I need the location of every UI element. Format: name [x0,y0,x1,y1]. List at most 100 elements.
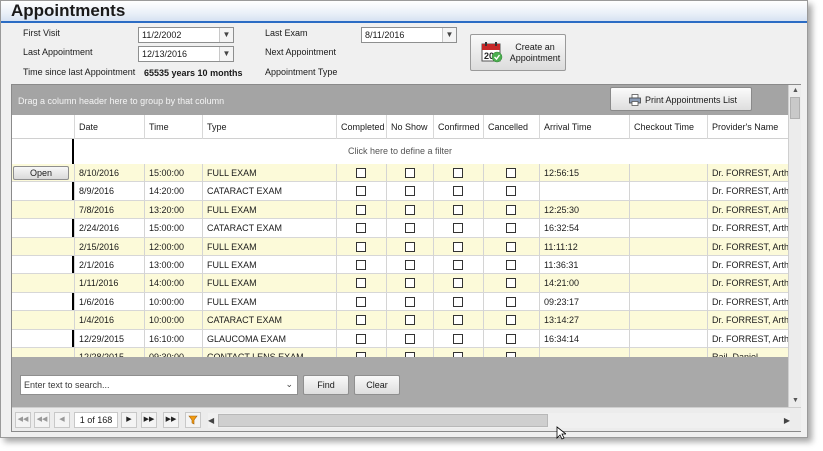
column-header-arrival-time[interactable]: Arrival Time [539,115,629,139]
clear-button[interactable]: Clear [354,375,400,395]
previous-page-group-icon[interactable]: ◀◀ [34,412,50,428]
last-appointment-combo[interactable]: 12/13/2016 ▼ [138,46,234,62]
cancelled-checkbox[interactable] [506,315,516,326]
table-row[interactable]: 12/29/2015 16:10:00 GLAUCOMA EXAM 16:34:14 D… [12,329,788,348]
no-show-checkbox[interactable] [405,241,415,252]
cell-confirmed [433,274,483,293]
cell-completed [336,311,386,330]
cancelled-checkbox[interactable] [506,168,516,178]
completed-checkbox[interactable] [356,278,366,289]
group-by-panel[interactable]: Drag a column header here to group by th… [12,85,788,115]
table-row[interactable]: 2/15/2016 12:00:00 FULL EXAM 11:11:12 Dr. FO… [12,237,788,256]
horizontal-scrollbar[interactable]: ◀ ▶ [208,413,790,428]
cell-arrival-time: 16:34:14 [539,329,629,348]
scroll-left-icon[interactable]: ◀ [208,413,214,428]
column-header-no-show[interactable]: No Show [386,115,433,139]
last-page-icon[interactable]: ▶▶ [163,412,179,428]
no-show-checkbox[interactable] [405,186,415,197]
table-row[interactable]: 1/4/2016 10:00:00 CATARACT EXAM 13:14:27 Dr.… [12,311,788,330]
column-header-time[interactable]: Time [144,115,202,139]
open-appointment-button[interactable]: Open [13,166,69,180]
completed-checkbox[interactable] [356,186,366,197]
confirmed-checkbox[interactable] [453,241,463,252]
no-show-checkbox[interactable] [405,223,415,234]
completed-checkbox[interactable] [356,241,366,252]
no-show-checkbox[interactable] [405,315,415,326]
scroll-right-icon[interactable]: ▶ [784,413,790,428]
vertical-scroll-thumb[interactable] [790,97,800,119]
first-page-icon[interactable]: ◀◀ [15,412,31,428]
confirmed-checkbox[interactable] [453,259,463,270]
scroll-up-icon[interactable]: ▲ [789,85,802,97]
confirmed-checkbox[interactable] [453,278,463,289]
no-show-checkbox[interactable] [405,259,415,270]
column-header-confirmed[interactable]: Confirmed [433,115,483,139]
print-appointments-button[interactable]: Print Appointments List [610,87,752,111]
column-header-date[interactable]: Date [74,115,144,139]
cancelled-checkbox[interactable] [506,223,516,234]
previous-page-icon[interactable]: ◀ [54,412,70,428]
no-show-checkbox[interactable] [405,168,415,178]
cancelled-checkbox[interactable] [506,241,516,252]
table-row[interactable]: 12/28/2015 09:30:00 CONTACT LENS EXAM Rail,… [12,347,788,357]
chevron-down-icon[interactable]: ▼ [219,28,233,42]
completed-checkbox[interactable] [356,204,366,215]
completed-checkbox[interactable] [356,315,366,326]
completed-checkbox[interactable] [356,259,366,270]
scroll-down-icon[interactable]: ▼ [789,395,802,407]
confirmed-checkbox[interactable] [453,315,463,326]
chevron-down-icon[interactable]: ▼ [442,28,456,42]
no-show-checkbox[interactable] [405,204,415,215]
find-button[interactable]: Find [303,375,349,395]
search-input[interactable]: Enter text to search... ⌄ [20,375,298,395]
table-row[interactable]: 1/11/2016 14:00:00 FULL EXAM 14:21:00 Dr. FO… [12,274,788,293]
completed-checkbox[interactable] [356,168,366,178]
define-filter-row[interactable]: Click here to define a filter [12,139,788,164]
completed-checkbox[interactable] [356,296,366,307]
table-row[interactable]: 7/8/2016 13:20:00 FULL EXAM 12:25:30 Dr. FOR… [12,200,788,220]
filter-icon[interactable] [185,412,201,428]
completed-checkbox[interactable] [356,333,366,344]
next-page-icon[interactable]: ▶ [121,412,137,428]
cell-type: CATARACT EXAM [202,219,336,238]
table-body: Open 8/10/2016 15:00:00 FULL EXAM 12:56:15 Dr… [12,164,788,357]
horizontal-scroll-thumb[interactable] [218,414,548,427]
confirmed-checkbox[interactable] [453,168,463,178]
cancelled-checkbox[interactable] [506,296,516,307]
cancelled-checkbox[interactable] [506,278,516,289]
completed-checkbox[interactable] [356,223,366,234]
cell-cancelled [483,329,539,348]
first-visit-combo[interactable]: 11/2/2002 ▼ [138,27,234,43]
confirmed-checkbox[interactable] [453,204,463,215]
chevron-down-icon[interactable]: ⌄ [285,379,293,390]
chevron-down-icon[interactable]: ▼ [219,47,233,61]
table-row[interactable]: Open 8/10/2016 15:00:00 FULL EXAM 12:56:15 Dr… [12,164,788,183]
cell-completed [336,200,386,219]
no-show-checkbox[interactable] [405,278,415,289]
vertical-scrollbar[interactable]: ▲ ▼ [788,85,801,407]
cancelled-checkbox[interactable] [506,259,516,270]
column-header-type[interactable]: Type [202,115,336,139]
no-show-checkbox[interactable] [405,333,415,344]
confirmed-checkbox[interactable] [453,223,463,234]
cancelled-checkbox[interactable] [506,333,516,344]
cell-time: 10:00:00 [144,292,202,311]
column-header-providers-name[interactable]: Provider's Name [707,115,788,139]
confirmed-checkbox[interactable] [453,333,463,344]
table-row[interactable]: 2/24/2016 15:00:00 CATARACT EXAM 16:32:54 Dr… [12,219,788,238]
cancelled-checkbox[interactable] [506,204,516,215]
table-row[interactable]: 2/1/2016 13:00:00 FULL EXAM 11:36:31 Dr. FOR… [12,255,788,275]
confirmed-checkbox[interactable] [453,296,463,307]
cell-no-show [386,237,433,256]
next-page-group-icon[interactable]: ▶▶ [141,412,157,428]
column-header-completed[interactable]: Completed [336,115,386,139]
table-row[interactable]: 1/6/2016 10:00:00 FULL EXAM 09:23:17 Dr. FOR… [12,292,788,312]
create-appointment-button[interactable]: 20 Create an Appointment [470,34,566,71]
column-header-checkout-time[interactable]: Checkout Time [629,115,707,139]
no-show-checkbox[interactable] [405,296,415,307]
column-header-cancelled[interactable]: Cancelled [483,115,539,139]
cancelled-checkbox[interactable] [506,186,516,197]
table-row[interactable]: 8/9/2016 14:20:00 CATARACT EXAM Dr. FORREST… [12,182,788,201]
confirmed-checkbox[interactable] [453,186,463,197]
last-exam-combo[interactable]: 8/11/2016 ▼ [361,27,457,43]
